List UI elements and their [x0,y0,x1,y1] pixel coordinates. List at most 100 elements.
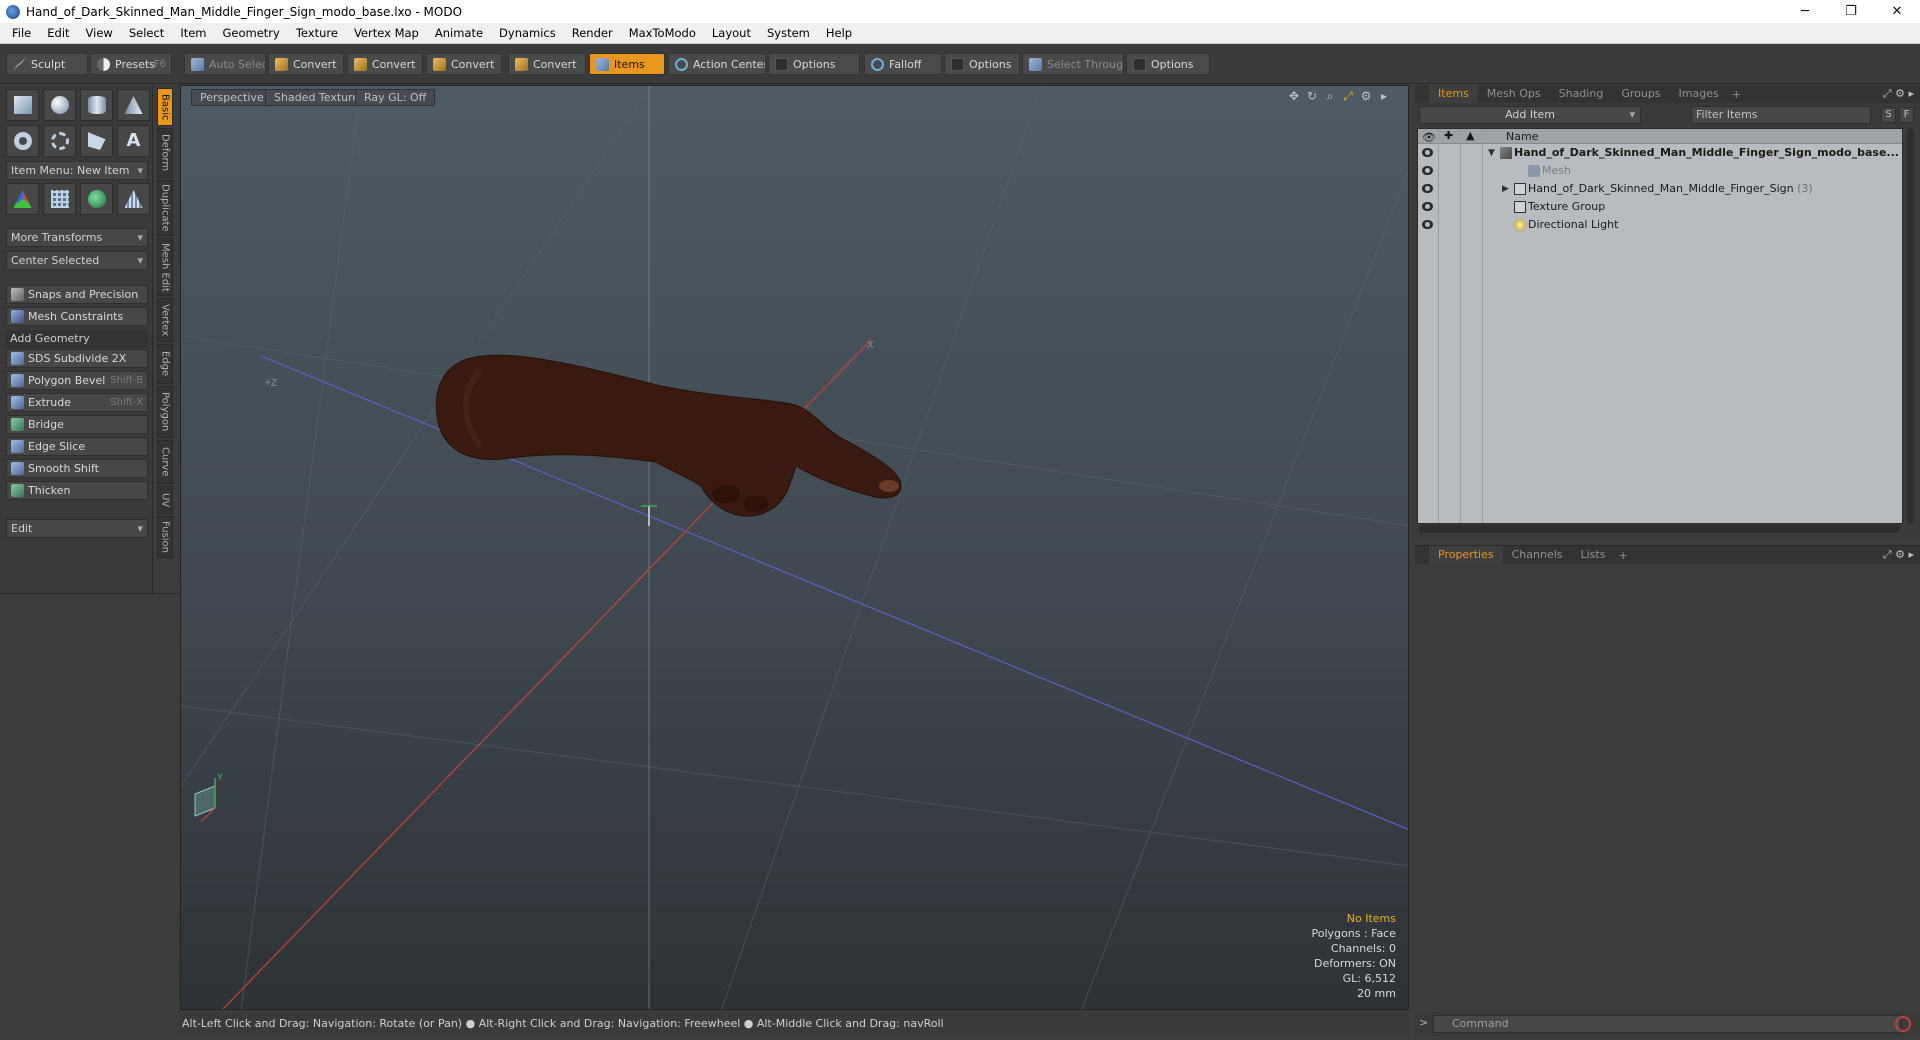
items-mode-button[interactable]: Items [589,53,665,75]
shaded-texture-button[interactable]: Shaded Texture [265,89,369,106]
menu-maxtomodo[interactable]: MaxToModo [621,26,704,40]
tab-mesh-edit[interactable]: Mesh Edit [157,238,173,296]
perspective-button[interactable]: Perspective [191,89,273,106]
cube-tool[interactable] [6,89,39,121]
menu-layout[interactable]: Layout [704,26,759,40]
menu-dynamics[interactable]: Dynamics [491,26,564,40]
menu-render[interactable]: Render [564,26,621,40]
options-button-3[interactable]: Options [1126,53,1210,75]
s-filter-button[interactable]: S [1881,107,1896,123]
maximize-button[interactable]: ❐ [1828,0,1874,23]
options-button-2[interactable]: Options [944,53,1020,75]
menu-animate[interactable]: Animate [427,26,491,40]
pen-tool[interactable] [80,125,113,157]
options-button-1[interactable]: Options [768,53,860,75]
3d-viewport[interactable]: +Z X Y Perspective Shaded Texture Ray GL… [180,85,1409,1010]
panel-expand-icon[interactable]: ⤢ ⚙ ▸ [1883,548,1914,562]
thicken-button[interactable]: Thicken [6,481,148,500]
menu-geometry[interactable]: Geometry [215,26,288,40]
tree-row-mesh[interactable]: Mesh [1418,162,1902,180]
close-button[interactable]: ✕ [1874,0,1920,23]
tab-duplicate[interactable]: Duplicate [157,180,173,236]
transform-tool[interactable] [6,183,39,215]
add-tab-icon[interactable]: + [1614,549,1631,562]
text-tool[interactable]: A [117,125,150,157]
falloff-button[interactable]: Falloff [864,53,942,75]
menu-select[interactable]: Select [121,26,172,40]
menu-edit[interactable]: Edit [39,26,77,40]
command-input[interactable]: Command [1433,1015,1901,1033]
menu-item[interactable]: Item [172,26,214,40]
torus-tool[interactable] [6,125,39,157]
tab-images[interactable]: Images [1670,85,1728,103]
viewport-settings-icon[interactable]: ⚙ [1359,89,1373,103]
rotate-icon[interactable]: ↻ [1305,89,1319,103]
menu-texture[interactable]: Texture [288,26,346,40]
center-selected-dropdown[interactable]: Center Selected [6,251,148,270]
tab-uv[interactable]: UV [157,486,173,514]
tab-channels[interactable]: Channels [1503,546,1572,564]
grid-tool[interactable] [43,183,76,215]
record-icon[interactable] [1895,1016,1911,1032]
minimize-button[interactable]: ─ [1782,0,1828,23]
add-tab-icon[interactable]: + [1728,88,1745,101]
pyramid-tool[interactable] [117,183,150,215]
viewport-more-icon[interactable]: ▸ [1377,89,1391,103]
more-transforms-dropdown[interactable]: More Transforms [6,228,148,247]
cone-tool[interactable] [117,89,150,121]
tab-edge[interactable]: Edge [157,344,173,384]
tab-deform[interactable]: Deform [157,128,173,178]
tree-row-scene[interactable]: ▼ Hand_of_Dark_Skinned_Man_Middle_Finger… [1418,144,1902,162]
convert-button-3[interactable]: Convert [426,53,502,75]
add-geometry-header[interactable]: Add Geometry [6,330,148,348]
ray-gl-button[interactable]: Ray GL: Off [355,89,436,106]
globe-tool[interactable] [80,183,113,215]
menu-system[interactable]: System [759,26,818,40]
tree-row-directional-light[interactable]: Directional Light [1418,216,1902,234]
convert-button-4[interactable]: Convert [508,53,586,75]
eye-icon[interactable] [1422,202,1433,211]
mesh-constraints-button[interactable]: Mesh Constraints [6,307,148,326]
tree-vertical-scrollbar[interactable] [1907,128,1914,524]
eye-icon[interactable] [1422,220,1433,229]
f-filter-button[interactable]: F [1899,107,1914,123]
tree-row-texture-group[interactable]: Texture Group [1418,198,1902,216]
menu-file[interactable]: File [4,26,39,40]
snaps-precision-button[interactable]: Snaps and Precision [6,285,148,304]
edit-dropdown[interactable]: Edit [6,519,148,538]
sculpt-button[interactable]: Sculpt [6,53,88,75]
sds-subdivide-button[interactable]: SDS Subdivide 2X [6,349,148,368]
menu-help[interactable]: Help [818,26,860,40]
tab-shading[interactable]: Shading [1550,85,1613,103]
cylinder-tool[interactable] [80,89,113,121]
bridge-button[interactable]: Bridge [6,415,148,434]
tab-basic[interactable]: Basic [157,88,173,126]
spiral-tool[interactable] [43,125,76,157]
fit-icon[interactable]: ⤢ [1341,89,1355,103]
item-menu-dropdown[interactable]: Item Menu: New Item [6,161,148,180]
action-center-button[interactable]: Action Center [668,53,766,75]
eye-icon[interactable] [1422,184,1433,193]
presets-button[interactable]: Presets F6 [90,53,172,75]
convert-button-1[interactable]: Convert [268,53,344,75]
add-item-dropdown[interactable]: Add Item [1419,106,1641,124]
smooth-shift-button[interactable]: Smooth Shift [6,459,148,478]
eye-icon[interactable] [1422,166,1433,175]
collapse-arrow-icon[interactable]: ▼ [1488,144,1495,162]
zoom-icon[interactable]: ⌕ [1323,89,1337,103]
tab-vertex[interactable]: Vertex [157,298,173,342]
hand-model[interactable] [435,354,902,517]
tab-fusion[interactable]: Fusion [157,516,173,558]
panel-expand-icon[interactable]: ⤢ ⚙ ▸ [1883,87,1914,101]
edge-slice-button[interactable]: Edge Slice [6,437,148,456]
select-through-button[interactable]: Select Through [1022,53,1124,75]
menu-vertex-map[interactable]: Vertex Map [346,26,427,40]
tab-mesh-ops[interactable]: Mesh Ops [1478,85,1550,103]
eye-icon[interactable] [1422,148,1433,157]
filter-items-input[interactable]: Filter Items [1691,106,1871,124]
polygon-bevel-button[interactable]: Polygon Bevel Shift-B [6,371,148,390]
tab-properties[interactable]: Properties [1429,546,1503,564]
convert-button-2[interactable]: Convert [347,53,423,75]
tree-horizontal-scrollbar[interactable] [1419,525,1899,533]
pan-icon[interactable]: ✥ [1287,89,1301,103]
